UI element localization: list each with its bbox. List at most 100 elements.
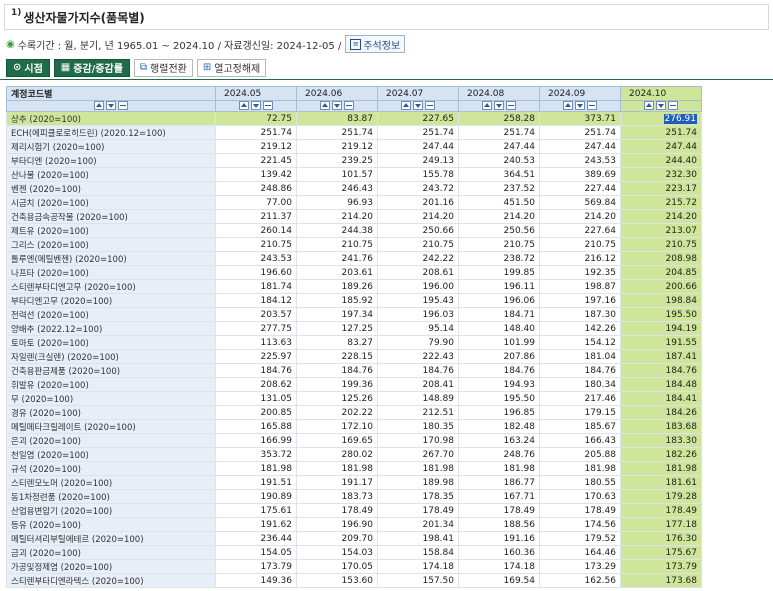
data-cell[interactable]: 228.15 [296,349,378,364]
data-cell[interactable]: 194.19 [620,321,702,336]
table-row[interactable]: 제트유 (2020=100) 260.14 244.38 250.66 250.56 22… [6,223,702,238]
table-row[interactable]: 토마토 (2020=100) 113.63 83.27 79.90 101.99 154.… [6,335,702,350]
data-cell[interactable]: 237.52 [458,181,540,196]
row-label[interactable]: 스티렌부타디엔고무 (2020=100) [6,279,216,294]
table-row[interactable]: 상추 (2020=100) 72.75 83.87 227.65 258.28 373.7… [6,111,702,126]
data-cell[interactable]: 210.75 [620,237,702,252]
row-label[interactable]: 나프타 (2020=100) [6,265,216,280]
row-label[interactable]: 금괴 (2020=100) [6,545,216,560]
row-label[interactable]: 산나물 (2020=100) [6,167,216,182]
row-label[interactable]: 스티렌부타디엔라텍스 (2020=100) [6,573,216,588]
data-cell[interactable]: 208.98 [620,251,702,266]
data-cell[interactable]: 181.98 [620,461,702,476]
data-cell[interactable]: 184.41 [620,391,702,406]
data-cell[interactable]: 249.13 [377,153,459,168]
row-label[interactable]: 부타디엔고무 (2020=100) [6,293,216,308]
data-cell[interactable]: 189.98 [377,475,459,490]
data-cell[interactable]: 162.56 [539,573,621,588]
table-row[interactable]: 벤젠 (2020=100) 248.86 246.43 243.72 237.52 227… [6,181,702,196]
data-cell[interactable]: 180.35 [377,419,459,434]
table-row[interactable]: 나프타 (2020=100) 196.60 203.61 208.61 199.85 19… [6,265,702,280]
data-cell[interactable]: 170.98 [377,433,459,448]
data-cell[interactable]: 213.07 [620,223,702,238]
data-cell[interactable]: 178.49 [377,503,459,518]
data-cell[interactable]: 214.20 [620,209,702,224]
column-header[interactable]: 2024.08 [458,86,540,101]
table-row[interactable]: 금괴 (2020=100) 154.05 154.03 158.84 160.36 164… [6,545,702,560]
data-cell[interactable]: 101.99 [458,335,540,350]
data-cell[interactable]: 267.70 [377,447,459,462]
data-cell[interactable]: 174.18 [377,559,459,574]
table-row[interactable]: 가공및정제염 (2020=100) 173.79 170.05 174.18 174.1… [6,559,702,574]
data-cell[interactable]: 178.49 [458,503,540,518]
data-cell[interactable]: 163.24 [458,433,540,448]
filter-icon[interactable] [425,101,435,110]
table-row[interactable]: 등유 (2020=100) 191.62 196.90 201.34 188.56 174… [6,517,702,532]
data-cell[interactable]: 184.76 [539,363,621,378]
data-cell[interactable]: 243.72 [377,181,459,196]
data-cell[interactable]: 185.92 [296,293,378,308]
data-cell[interactable]: 248.86 [215,181,297,196]
row-label[interactable]: 메틸터셔리부틸에테르 (2020=100) [6,531,216,546]
data-cell[interactable]: 203.57 [215,307,297,322]
row-label[interactable]: 등유 (2020=100) [6,517,216,532]
row-label[interactable]: 휘발유 (2020=100) [6,377,216,392]
data-cell[interactable]: 182.26 [620,447,702,462]
sort-asc-icon[interactable] [401,101,411,110]
data-cell[interactable]: 149.36 [215,573,297,588]
table-row[interactable]: 산업용변압기 (2020=100) 175.61 178.49 178.49 178.4… [6,503,702,518]
data-cell[interactable]: 196.00 [377,279,459,294]
data-cell[interactable]: 181.61 [620,475,702,490]
data-cell[interactable]: 210.75 [215,237,297,252]
table-row[interactable]: 건축용판금제품 (2020=100) 184.76 184.76 184.76 184.… [6,363,702,378]
data-cell[interactable]: 181.98 [458,461,540,476]
data-cell[interactable]: 181.98 [296,461,378,476]
data-cell[interactable]: 148.40 [458,321,540,336]
data-cell[interactable]: 174.56 [539,517,621,532]
data-cell[interactable]: 219.12 [215,139,297,154]
data-cell[interactable]: 79.90 [377,335,459,350]
data-cell[interactable]: 127.25 [296,321,378,336]
table-row[interactable]: 자일렌(크실렌) (2020=100) 225.97 228.15 222.43 207… [6,349,702,364]
data-cell[interactable]: 373.71 [539,111,621,126]
data-cell[interactable]: 196.06 [458,293,540,308]
data-cell[interactable]: 195.50 [458,391,540,406]
table-row[interactable]: 건축용금속공작물 (2020=100) 211.37 214.20 214.20 214… [6,209,702,224]
data-cell[interactable]: 188.56 [458,517,540,532]
data-cell[interactable]: 170.63 [539,489,621,504]
data-cell[interactable]: 200.66 [620,279,702,294]
sort-asc-icon[interactable] [563,101,573,110]
data-cell[interactable]: 83.87 [296,111,378,126]
sort-desc-icon[interactable] [575,101,585,110]
data-cell[interactable]: 251.74 [458,125,540,140]
data-cell[interactable]: 247.44 [539,139,621,154]
table-row[interactable]: 그리스 (2020=100) 210.75 210.75 210.75 210.75 21… [6,237,702,252]
data-cell[interactable]: 96.93 [296,195,378,210]
data-cell[interactable]: 160.36 [458,545,540,560]
data-cell[interactable]: 201.16 [377,195,459,210]
data-cell[interactable]: 164.46 [539,545,621,560]
data-cell[interactable]: 181.98 [539,461,621,476]
data-cell[interactable]: 217.46 [539,391,621,406]
data-cell[interactable]: 222.43 [377,349,459,364]
data-cell[interactable]: 181.04 [539,349,621,364]
data-cell[interactable]: 196.60 [215,265,297,280]
column-header[interactable]: 2024.06 [296,86,378,101]
data-cell[interactable]: 215.72 [620,195,702,210]
data-cell[interactable]: 179.15 [539,405,621,420]
data-cell[interactable]: 208.61 [377,265,459,280]
data-cell[interactable]: 184.48 [620,377,702,392]
row-label[interactable]: 메틸메타크릴레이트 (2020=100) [6,419,216,434]
data-cell[interactable]: 183.30 [620,433,702,448]
data-cell[interactable]: 214.20 [296,209,378,224]
data-cell[interactable]: 199.85 [458,265,540,280]
data-cell[interactable]: 201.34 [377,517,459,532]
data-cell[interactable]: 183.68 [620,419,702,434]
data-cell[interactable]: 83.27 [296,335,378,350]
data-cell[interactable]: 177.18 [620,517,702,532]
table-row[interactable]: 은괴 (2020=100) 166.99 169.65 170.98 163.24 166… [6,433,702,448]
data-cell[interactable]: 157.50 [377,573,459,588]
table-row[interactable]: 스티렌부타디엔고무 (2020=100) 181.74 189.26 196.00 19… [6,279,702,294]
selected-cell-value[interactable]: 276.91 [663,113,697,124]
unfreeze-button[interactable]: ⊞ 열고정해제 [196,58,267,77]
